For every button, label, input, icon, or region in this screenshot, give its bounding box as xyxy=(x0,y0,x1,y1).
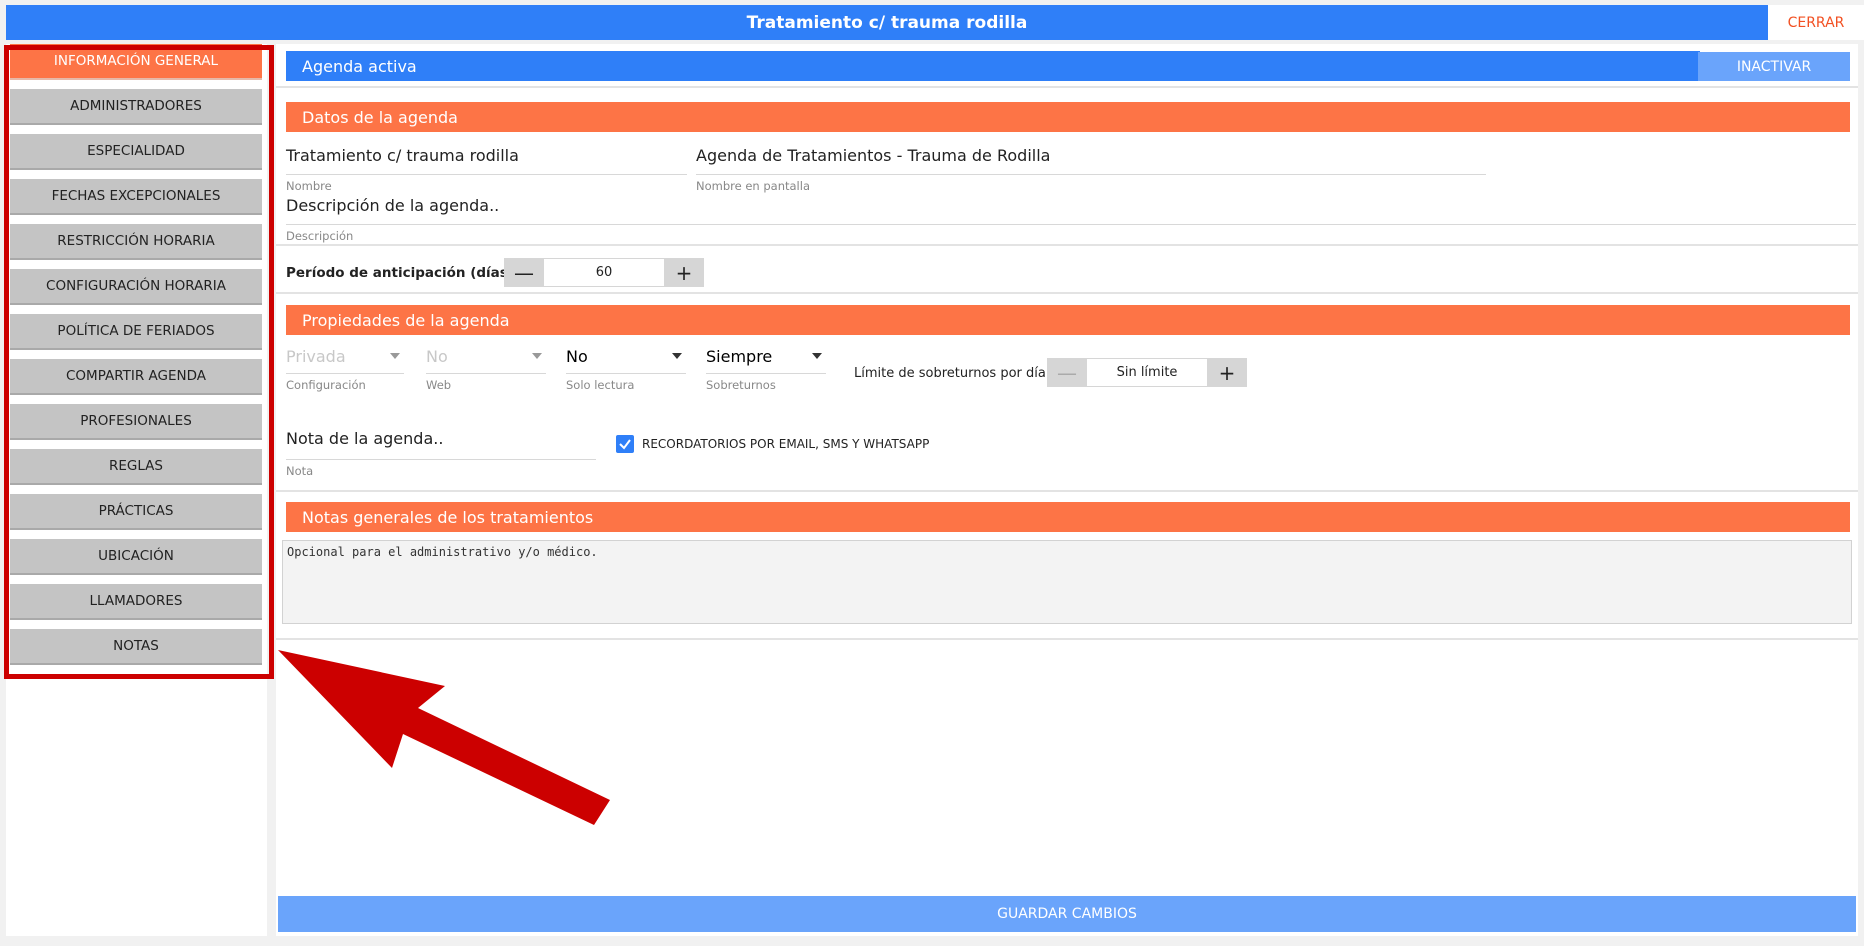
sidebar-item-fechas-excepcionales[interactable]: FECHAS EXCEPCIONALES xyxy=(10,179,262,215)
limite-sobreturnos-label: Límite de sobreturnos por día: xyxy=(854,366,1051,381)
section-notas-generales: Notas generales de los tratamientos xyxy=(286,502,1850,532)
descripcion-label: Descripción xyxy=(286,229,354,243)
nombre-input[interactable]: Tratamiento c/ trauma rodilla xyxy=(286,146,519,165)
divider xyxy=(276,292,1858,294)
sobreturnos-label: Sobreturnos xyxy=(706,378,776,392)
chevron-down-icon xyxy=(672,353,682,359)
section-title: Datos de la agenda xyxy=(302,107,458,127)
section-datos-agenda: Datos de la agenda xyxy=(286,102,1850,132)
sidebar: INFORMACIÓN GENERAL ADMINISTRADORES ESPE… xyxy=(6,44,267,936)
window-title: Tratamiento c/ trauma rodilla xyxy=(746,12,1028,33)
configuracion-underline xyxy=(286,373,404,374)
agenda-status-header: Agenda activa xyxy=(286,51,1700,81)
recordatorios-checkbox[interactable] xyxy=(616,435,634,453)
solo-lectura-label: Solo lectura xyxy=(566,378,635,392)
sidebar-item-ubicacion[interactable]: UBICACIÓN xyxy=(10,539,262,575)
sidebar-item-administradores[interactable]: ADMINISTRADORES xyxy=(10,89,262,125)
limite-sobreturnos-value[interactable]: Sin límite xyxy=(1087,358,1207,387)
nombre-pantalla-underline xyxy=(696,174,1486,175)
sidebar-item-informacion-general[interactable]: INFORMACIÓN GENERAL xyxy=(10,44,262,80)
minus-icon[interactable]: — xyxy=(504,258,544,287)
web-underline xyxy=(426,373,546,374)
recordatorios-label: RECORDATORIOS POR EMAIL, SMS Y WHATSAPP xyxy=(642,437,930,451)
sobreturnos-value: Siempre xyxy=(706,346,773,366)
chevron-down-icon xyxy=(532,353,542,359)
section-title: Notas generales de los tratamientos xyxy=(302,507,594,527)
web-select[interactable]: No xyxy=(426,344,546,368)
divider xyxy=(276,490,1858,492)
agenda-status-title: Agenda activa xyxy=(302,56,417,76)
plus-icon[interactable]: + xyxy=(1207,358,1247,387)
solo-lectura-select[interactable]: No xyxy=(566,344,686,368)
sobreturnos-select[interactable]: Siempre xyxy=(706,344,826,368)
sidebar-item-profesionales[interactable]: PROFESIONALES xyxy=(10,404,262,440)
solo-lectura-value: No xyxy=(566,346,588,366)
descripcion-underline xyxy=(286,224,1856,225)
sidebar-item-configuracion-horaria[interactable]: CONFIGURACIÓN HORARIA xyxy=(10,269,262,305)
configuracion-select[interactable]: Privada xyxy=(286,344,404,368)
anticipacion-value[interactable]: 60 xyxy=(544,258,664,287)
sidebar-item-notas[interactable]: NOTAS xyxy=(10,629,262,665)
configuracion-label: Configuración xyxy=(286,378,366,392)
solo-lectura-underline xyxy=(566,373,686,374)
web-label: Web xyxy=(426,378,452,392)
sidebar-item-llamadores[interactable]: LLAMADORES xyxy=(10,584,262,620)
window-title-bar: Tratamiento c/ trauma rodilla xyxy=(6,5,1768,40)
sidebar-item-especialidad[interactable]: ESPECIALIDAD xyxy=(10,134,262,170)
limite-sobreturnos-stepper: — Sin límite + xyxy=(1047,358,1247,387)
nota-underline xyxy=(286,459,596,460)
sidebar-item-compartir-agenda[interactable]: COMPARTIR AGENDA xyxy=(10,359,262,395)
sidebar-item-politica-feriados[interactable]: POLÍTICA DE FERIADOS xyxy=(10,314,262,350)
chevron-down-icon xyxy=(812,353,822,359)
nota-input[interactable]: Nota de la agenda.. xyxy=(286,429,443,448)
descripcion-input[interactable]: Descripción de la agenda.. xyxy=(286,196,499,215)
section-title: Propiedades de la agenda xyxy=(302,310,510,330)
nombre-pantalla-input[interactable]: Agenda de Tratamientos - Trauma de Rodil… xyxy=(696,146,1050,165)
divider xyxy=(276,638,1858,640)
section-propiedades-agenda: Propiedades de la agenda xyxy=(286,305,1850,335)
divider xyxy=(276,244,1858,246)
nota-label: Nota xyxy=(286,464,314,478)
sobreturnos-underline xyxy=(706,373,826,374)
notas-generales-textarea[interactable]: Opcional para el administrativo y/o médi… xyxy=(282,540,1852,624)
anticipacion-stepper: — 60 + xyxy=(504,258,704,287)
plus-icon[interactable]: + xyxy=(664,258,704,287)
anticipacion-label: Período de anticipación (días): xyxy=(286,265,520,281)
sidebar-item-practicas[interactable]: PRÁCTICAS xyxy=(10,494,262,530)
nombre-underline xyxy=(286,174,687,175)
nombre-label: Nombre xyxy=(286,179,332,193)
inactivar-button[interactable]: INACTIVAR xyxy=(1698,52,1850,81)
sidebar-item-reglas[interactable]: REGLAS xyxy=(10,449,262,485)
close-button[interactable]: CERRAR xyxy=(1768,5,1864,40)
save-button[interactable]: GUARDAR CAMBIOS xyxy=(278,896,1856,932)
nombre-pantalla-label: Nombre en pantalla xyxy=(696,179,810,193)
checkmark-icon xyxy=(619,439,631,450)
chevron-down-icon xyxy=(390,353,400,359)
configuracion-value: Privada xyxy=(286,346,346,366)
sidebar-item-restriccion-horaria[interactable]: RESTRICCIÓN HORARIA xyxy=(10,224,262,260)
web-value: No xyxy=(426,346,448,366)
minus-icon[interactable]: — xyxy=(1047,358,1087,387)
main-panel: Agenda activa INACTIVAR Datos de la agen… xyxy=(276,44,1858,936)
divider xyxy=(276,86,1858,88)
